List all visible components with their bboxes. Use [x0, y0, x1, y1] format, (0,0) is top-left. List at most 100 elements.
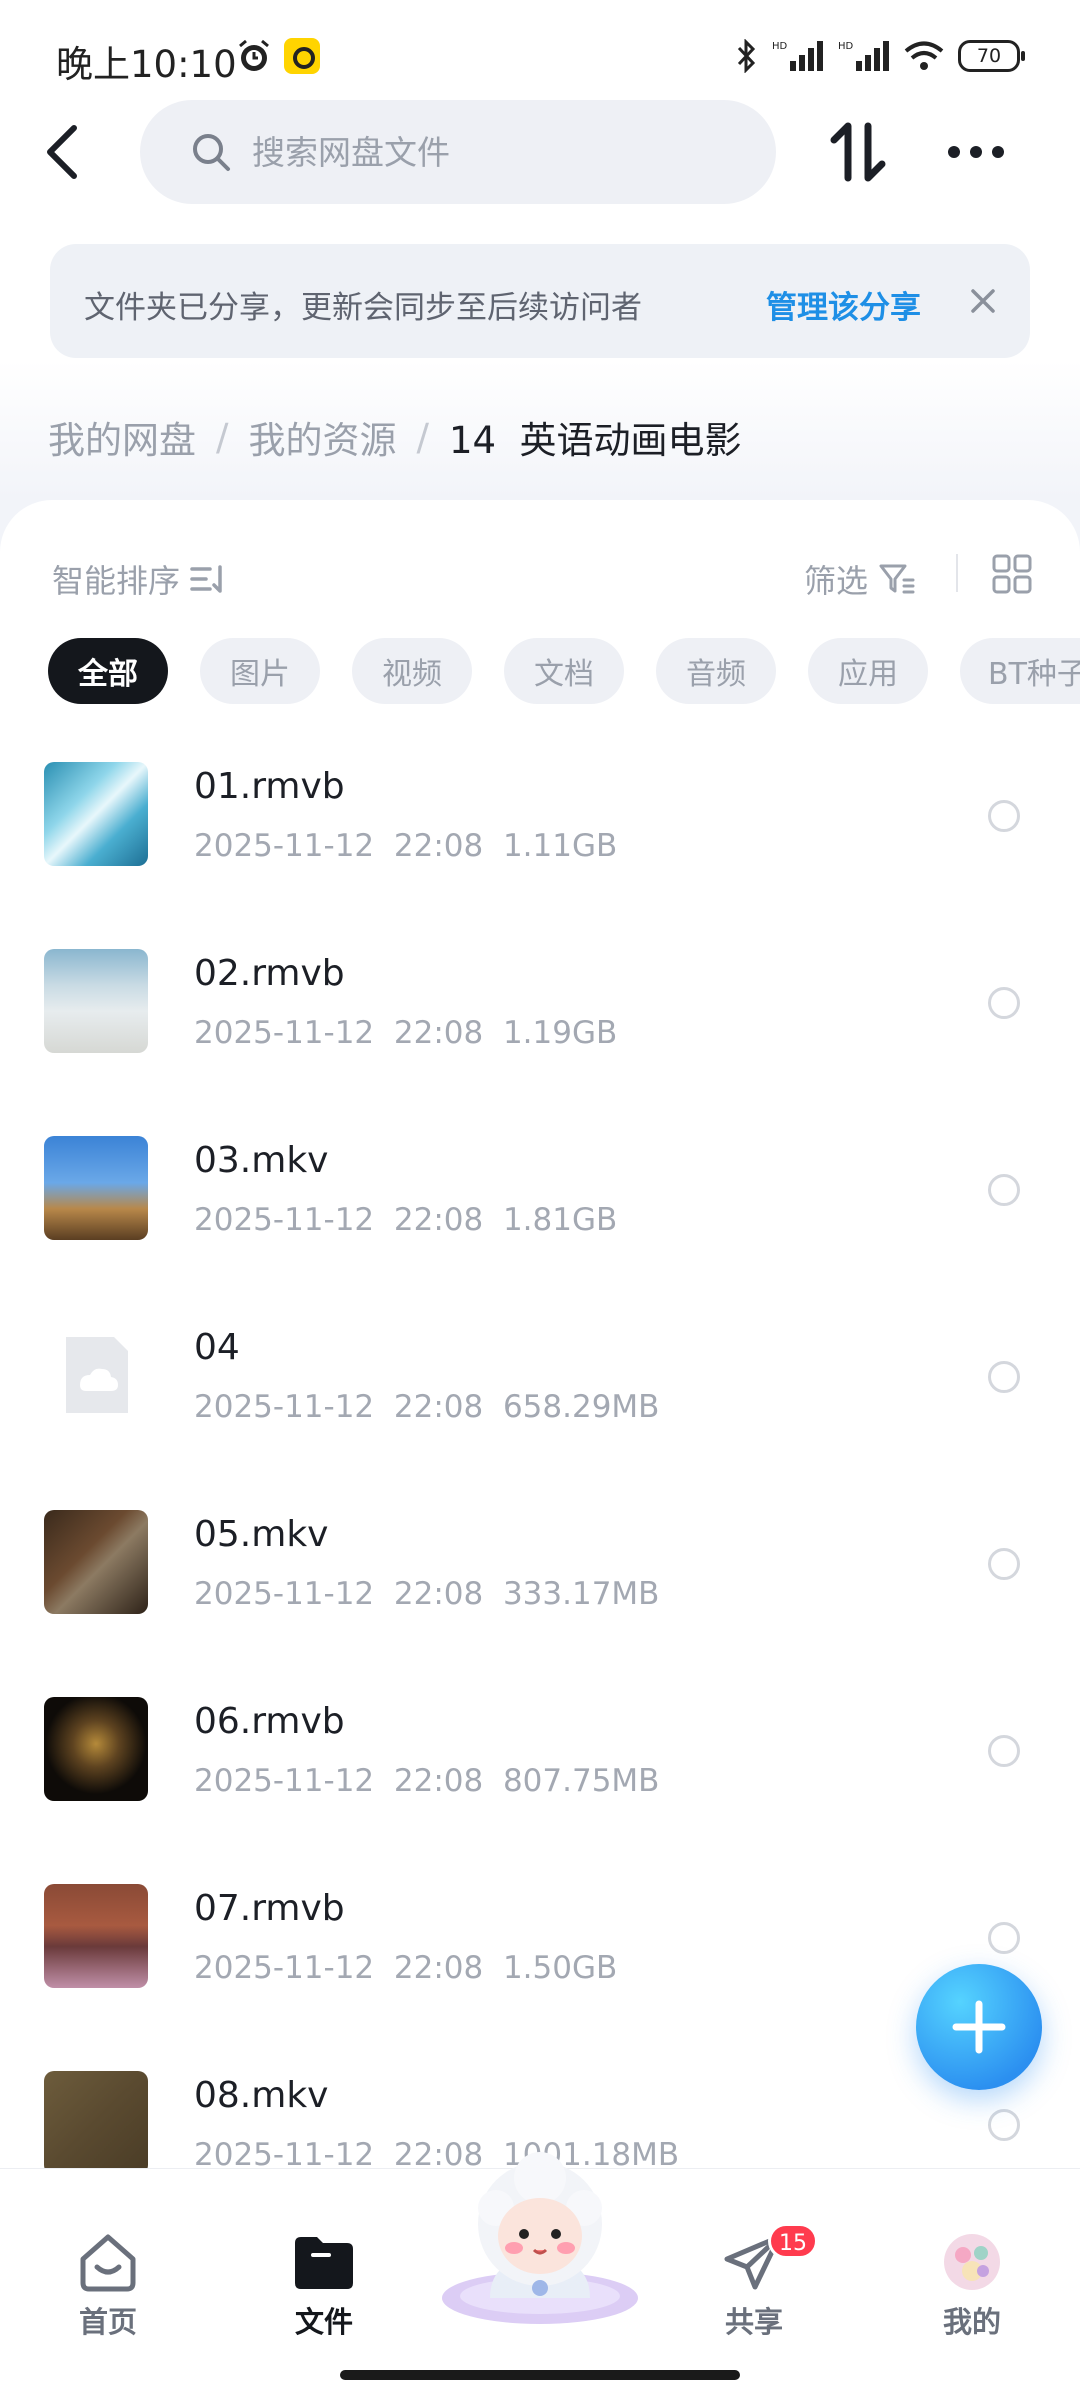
back-button[interactable]: [38, 122, 88, 182]
file-row[interactable]: 01.rmvb 2025-11-12 22:08 1.11GB: [0, 750, 1080, 937]
video-thumbnail: [44, 762, 148, 866]
grid-view-button[interactable]: [992, 554, 1032, 594]
file-size: 807.75MB: [502, 1763, 660, 1799]
toolbar-divider: [956, 554, 958, 592]
file-date: 2025-11-12: [194, 1202, 375, 1238]
file-meta: 2025-11-12 22:08 1.19GB: [194, 1015, 617, 1051]
file-meta: 2025-11-12 22:08 1.81GB: [194, 1202, 617, 1238]
category-chips: 全部 图片 视频 文档 音频 应用 BT种子: [48, 638, 1080, 704]
status-bar: 晚上10:10 HD HD 70: [0, 0, 1080, 115]
file-row[interactable]: 06.rmvb 2025-11-12 22:08 807.75MB: [0, 1685, 1080, 1872]
breadcrumb: 我的网盘 / 我的资源 / 14 英语动画电影: [48, 410, 742, 464]
mascot-icon: [442, 2152, 638, 2324]
file-meta: 2025-11-12 22:08 333.17MB: [194, 1576, 659, 1612]
tab-home[interactable]: 首页: [38, 2231, 178, 2341]
file-size: 658.29MB: [502, 1389, 660, 1425]
tab-share-label: 共享: [724, 2305, 783, 2339]
status-icons: HD HD 70: [736, 36, 1025, 76]
file-date: 2025-11-12: [194, 828, 375, 864]
select-radio[interactable]: [988, 1548, 1020, 1580]
file-size: 333.17MB: [502, 1576, 660, 1612]
select-radio[interactable]: [988, 987, 1020, 1019]
home-indicator: [340, 2370, 740, 2380]
file-name: 01.rmvb: [194, 766, 345, 807]
mascot-assistant-button[interactable]: [436, 2148, 644, 2328]
breadcrumb-separator: /: [216, 415, 229, 459]
chip-audio[interactable]: 音频: [656, 638, 776, 704]
bluetooth-icon: [737, 39, 756, 73]
cloud-file-icon: [44, 1323, 148, 1427]
file-name: 07.rmvb: [194, 1888, 345, 1929]
folder-icon: [295, 2237, 353, 2289]
chip-all[interactable]: 全部: [48, 638, 168, 704]
grid-view-icon: [992, 554, 1032, 594]
sort-arrows-icon: [830, 122, 886, 182]
chip-bt-torrents[interactable]: BT种子: [960, 638, 1080, 704]
alarm-icon: [236, 38, 272, 74]
select-radio[interactable]: [988, 1174, 1020, 1206]
video-thumbnail: [44, 1884, 148, 1988]
file-date: 2025-11-12: [194, 1389, 375, 1425]
file-row[interactable]: 02.rmvb 2025-11-12 22:08 1.19GB: [0, 937, 1080, 1124]
search-bar[interactable]: [140, 100, 776, 204]
chip-documents[interactable]: 文档: [504, 638, 624, 704]
file-size: 1.11GB: [502, 828, 618, 864]
file-date: 2025-11-12: [194, 1763, 375, 1799]
video-thumbnail: [44, 2071, 148, 2175]
video-thumbnail: [44, 949, 148, 1053]
file-row[interactable]: 05.mkv 2025-11-12 22:08 333.17MB: [0, 1498, 1080, 1685]
file-time: 22:08: [393, 828, 484, 864]
select-radio[interactable]: [988, 800, 1020, 832]
more-dots-icon: [948, 146, 1004, 158]
avatar: [944, 2234, 1000, 2290]
share-banner: 文件夹已分享，更新会同步至后续访问者 管理该分享: [50, 244, 1030, 358]
select-radio[interactable]: [988, 2109, 1020, 2141]
tab-me-label: 我的: [942, 2305, 1001, 2339]
file-meta: 2025-11-12 22:08 658.29MB: [194, 1389, 659, 1425]
file-row[interactable]: 03.mkv 2025-11-12 22:08 1.81GB: [0, 1124, 1080, 1311]
select-radio[interactable]: [988, 1361, 1020, 1393]
file-time: 22:08: [393, 1763, 484, 1799]
select-radio[interactable]: [988, 1735, 1020, 1767]
search-icon: [193, 134, 230, 171]
sort-button[interactable]: [828, 120, 888, 184]
plus-icon: [952, 2000, 1006, 2054]
smart-sort-button[interactable]: 智能排序: [52, 556, 228, 602]
tab-share[interactable]: 共享 15: [684, 2223, 824, 2341]
breadcrumb-current-folder: 14 英语动画电影: [448, 419, 742, 462]
file-date: 2025-11-12: [194, 1950, 375, 1986]
chip-images[interactable]: 图片: [200, 638, 320, 704]
search-input[interactable]: [252, 132, 732, 172]
select-radio[interactable]: [988, 1922, 1020, 1954]
file-date: 2025-11-12: [194, 1015, 375, 1051]
file-date: 2025-11-12: [194, 1576, 375, 1612]
tab-home-label: 首页: [78, 2305, 137, 2339]
filter-button[interactable]: 筛选: [804, 556, 916, 602]
svg-text:HD: HD: [838, 41, 854, 52]
home-icon: [80, 2234, 136, 2292]
notification-badge: 15: [768, 2223, 818, 2259]
breadcrumb-separator: /: [416, 415, 429, 459]
breadcrumb-item-my-drive[interactable]: 我的网盘: [48, 410, 196, 464]
close-icon[interactable]: [968, 286, 998, 316]
share-banner-text: 文件夹已分享，更新会同步至后续访问者: [84, 290, 642, 326]
file-row[interactable]: 04 2025-11-12 22:08 658.29MB: [0, 1311, 1080, 1498]
chip-apps[interactable]: 应用: [808, 638, 928, 704]
video-thumbnail: [44, 1136, 148, 1240]
add-button[interactable]: [916, 1964, 1042, 2090]
chevron-left-icon: [47, 125, 77, 179]
more-button[interactable]: [946, 140, 1006, 164]
file-time: 22:08: [393, 1015, 484, 1051]
tab-files[interactable]: 文件: [254, 2231, 394, 2341]
breadcrumb-item-my-resources[interactable]: 我的资源: [248, 410, 396, 464]
manage-share-link[interactable]: 管理该分享: [766, 282, 921, 327]
file-size: 1.50GB: [502, 1950, 618, 1986]
smart-sort-label: 智能排序: [52, 562, 181, 600]
tab-me[interactable]: 我的: [902, 2231, 1042, 2341]
file-time: 22:08: [393, 1576, 484, 1612]
filter-label: 筛选: [804, 562, 869, 600]
file-size: 1.19GB: [502, 1015, 618, 1051]
chip-videos[interactable]: 视频: [352, 638, 472, 704]
video-thumbnail: [44, 1510, 148, 1614]
wifi-icon: [904, 41, 944, 70]
